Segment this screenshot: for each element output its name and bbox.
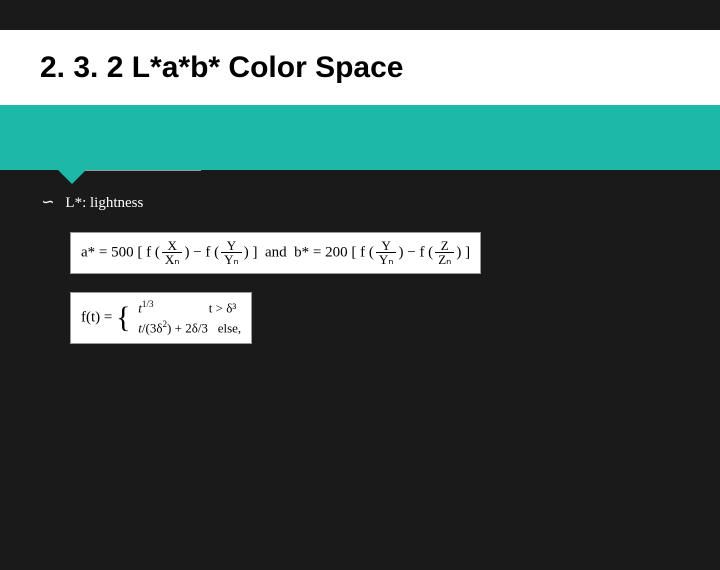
formula-text: [ <box>351 244 356 260</box>
formula-text: Y <box>376 239 397 254</box>
formula-text: − <box>407 244 415 260</box>
bullet-item: ∽ L*: lightness <box>40 193 680 214</box>
formula-a-b-star: a* = 500 [ f (XXₙ) − f (YYₙ) ] and b* = … <box>70 232 481 274</box>
formula-text: Y <box>221 239 242 254</box>
formula-text: ] <box>253 244 258 260</box>
formula-text: b* = 200 <box>294 244 347 260</box>
formula-ft: f(t) = { t1/3 t > δ³ t/(3δ2) + 2δ/3 else… <box>70 292 252 344</box>
formula-text: Zₙ <box>435 253 454 267</box>
slide-title: 2. 3. 2 L*a*b* Color Space <box>40 51 403 85</box>
formula-text: Yₙ <box>221 253 242 267</box>
formula-text: ) <box>398 244 403 260</box>
formula-text: and <box>265 244 287 260</box>
formula-text: X <box>162 239 183 254</box>
formula-text: t > δ³ <box>209 300 236 315</box>
formula-text: f(t) = <box>81 309 112 325</box>
formula-text: a* = 500 <box>81 244 134 260</box>
formula-text: − <box>193 244 201 260</box>
formula-text: f ( <box>146 244 160 260</box>
formula-text: Z <box>435 239 454 254</box>
formula-text: ) <box>244 244 249 260</box>
header-band <box>0 105 720 170</box>
formula-text: ) <box>184 244 189 260</box>
formula-text: f ( <box>360 244 374 260</box>
formula-text: Xₙ <box>162 253 183 267</box>
header-notch-icon <box>58 170 86 184</box>
formula-text: Yₙ <box>376 253 397 267</box>
formula-text: else, <box>218 321 241 336</box>
formula-ab-row: a* = 500 [ f (XXₙ) − f (YYₙ) ] and b* = … <box>70 232 680 274</box>
formula-text: f ( <box>205 244 219 260</box>
brace-icon: { <box>116 304 130 331</box>
formula-text: f ( <box>419 244 433 260</box>
title-bar: 2. 3. 2 L*a*b* Color Space <box>0 30 720 105</box>
bullet-icon: ∽ <box>40 193 53 214</box>
formula-text: ) <box>456 244 461 260</box>
bullet-text: L*: lightness <box>65 193 143 213</box>
formula-text: ] <box>465 244 470 260</box>
formula-text: [ <box>137 244 142 260</box>
